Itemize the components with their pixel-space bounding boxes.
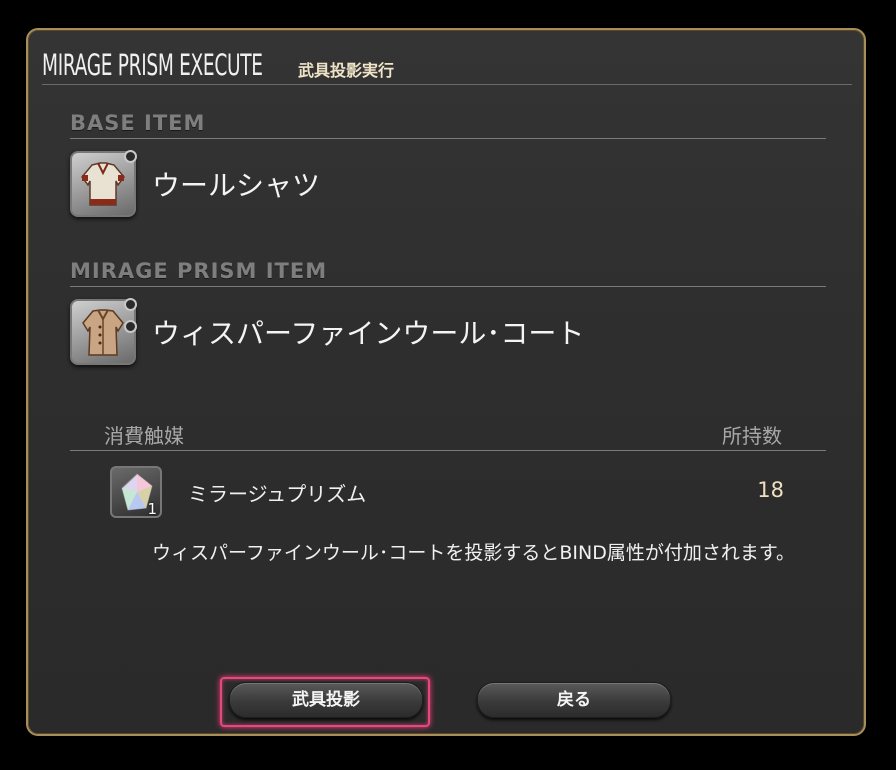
catalyst-name: ミラージュプリズム bbox=[188, 482, 367, 506]
catalyst-held-count: 18 bbox=[757, 478, 784, 502]
execute-glamour-button[interactable]: 武具投影 bbox=[229, 682, 423, 718]
window-title: MIRAGE PRISM EXECUTE bbox=[42, 48, 263, 82]
catalyst-required-count: 1 bbox=[147, 500, 157, 518]
catalyst-header: 消費触媒 所持数 bbox=[70, 416, 826, 451]
back-button[interactable]: 戻る bbox=[477, 682, 671, 718]
mirage-item-header: MIRAGE PRISM ITEM bbox=[70, 258, 826, 287]
mirage-item-label: MIRAGE PRISM ITEM bbox=[70, 259, 328, 283]
dye-slot-2-icon bbox=[124, 320, 137, 333]
description-text: ウィスパーファインウール･コートを投影するとBIND属性が付加されます。 bbox=[152, 542, 795, 564]
catalyst-row: 1 ミラージュプリズム 18 bbox=[110, 466, 790, 518]
base-item-row[interactable]: ウールシャツ bbox=[70, 148, 320, 220]
whisperfine-wool-coat-icon[interactable] bbox=[70, 298, 137, 365]
catalyst-held-label: 所持数 bbox=[722, 424, 782, 448]
catalyst-consumed-label: 消費触媒 bbox=[104, 424, 184, 448]
base-item-label: BASE ITEM bbox=[70, 111, 206, 135]
base-item-header: BASE ITEM bbox=[70, 110, 826, 139]
wool-shirt-icon[interactable] bbox=[70, 150, 137, 217]
title-bar: MIRAGE PRISM EXECUTE 武具投影実行 bbox=[42, 44, 852, 85]
glamour-prism-icon[interactable]: 1 bbox=[110, 466, 162, 518]
dye-slot-icon bbox=[124, 150, 137, 163]
window-subtitle: 武具投影実行 bbox=[298, 61, 395, 80]
mirage-item-name: ウィスパーファインウール･コート bbox=[152, 317, 585, 350]
mirage-prism-window: MIRAGE PRISM EXECUTE 武具投影実行 BASE ITEM ウー… bbox=[26, 28, 866, 736]
base-item-name: ウールシャツ bbox=[152, 169, 321, 202]
mirage-item-row[interactable]: ウィスパーファインウール･コート bbox=[70, 296, 584, 368]
dye-slot-1-icon bbox=[124, 298, 137, 311]
